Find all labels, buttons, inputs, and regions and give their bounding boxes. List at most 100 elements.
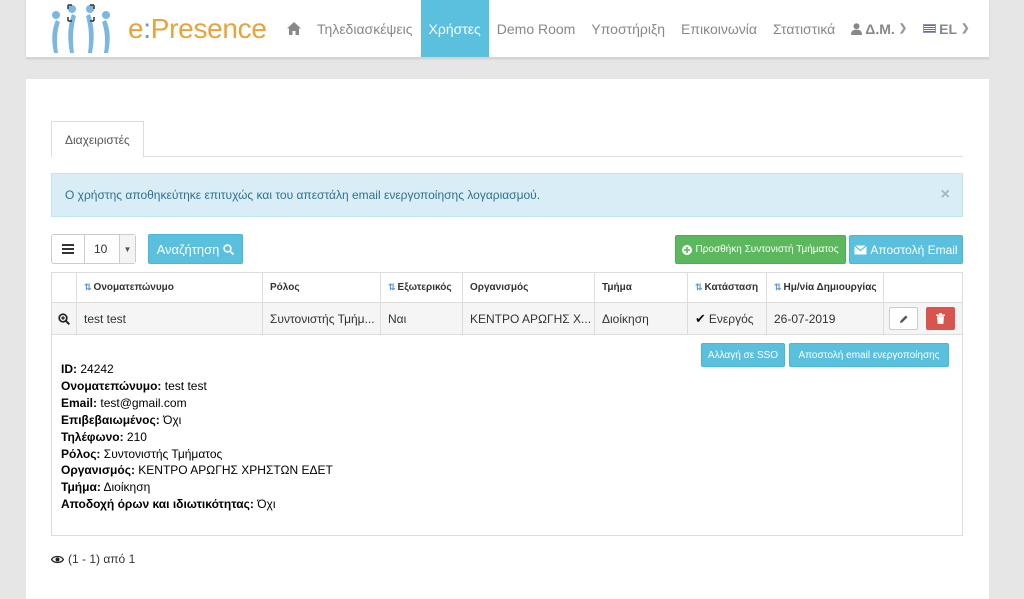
- detail-value: Διοίκηση: [103, 480, 151, 495]
- detail-department: Τμήμα: Διοίκηση: [61, 479, 333, 496]
- cell-role: Συντονιστής Τμήμ...: [263, 303, 381, 334]
- top-navbar: e:Presence Τηλεδιασκέψεις Χρήστες Demo R…: [26, 0, 989, 58]
- add-coordinator-button[interactable]: Προσθήκη Συντονιστή Τμήματος: [675, 235, 846, 264]
- delete-button[interactable]: [926, 307, 955, 330]
- eye-icon: [51, 555, 64, 563]
- detail-value: Όχι: [163, 412, 182, 427]
- flag-icon: [923, 24, 937, 33]
- table-header: ⇅ Ονοματεπώνυμο Ρόλος ⇅ Εξωτερικός Οργανισ…: [52, 273, 962, 303]
- detail-role: Ρόλος: Συντονιστής Τμήματος: [61, 446, 333, 463]
- brand-separator: :: [143, 13, 151, 44]
- row-expand-cell[interactable]: [52, 303, 77, 334]
- nav-demo-room[interactable]: Demo Room: [489, 0, 584, 57]
- sort-icon: ⇅: [388, 282, 396, 292]
- header-actions: [884, 273, 962, 302]
- detail-terms: Αποδοχή όρων και ιδιωτικότητας: Όχι: [61, 496, 333, 513]
- close-icon[interactable]: ×: [941, 174, 950, 216]
- header-label: Ονοματεπώνυμο: [93, 282, 174, 293]
- switch-sso-button[interactable]: Αλλαγή σε SSO: [701, 343, 785, 367]
- detail-value: Συντονιστής Τμήματος: [103, 446, 223, 461]
- detail-organization: Οργανισμός: ΚΕΝΤΡΟ ΑΡΩΓΗΣ ΧΡΗΣΤΩΝ ΕΔΕΤ: [61, 462, 333, 479]
- send-activation-email-button[interactable]: Αποστολή email ενεργοποίησης: [789, 343, 949, 367]
- detail-value: 210: [126, 429, 147, 444]
- cell-organization: ΚΕΝΤΡΟ ΑΡΩΓΗΣ Χ...: [463, 303, 595, 334]
- cell-external: Ναι: [381, 303, 463, 334]
- alert-message: Ο χρήστης αποθηκεύτηκε επιτυχώς και του …: [65, 188, 541, 202]
- nav-support[interactable]: Υποστήριξη: [583, 0, 673, 57]
- search-button[interactable]: Αναζήτηση: [148, 234, 243, 264]
- chevron-down-icon: ❯: [898, 23, 908, 34]
- table-row: test test Συντονιστής Τμήμ... Ναι ΚΕΝΤΡΟ…: [52, 303, 962, 335]
- detail-label: Τηλέφωνο:: [61, 429, 124, 444]
- nav-contact[interactable]: Επικοινωνία: [673, 0, 765, 57]
- header-external[interactable]: ⇅ Εξωτερικός: [381, 273, 463, 302]
- brand-prefix: e: [128, 13, 144, 44]
- detail-fullname: Ονοματεπώνυμο: test test: [61, 378, 333, 395]
- nav-statistics[interactable]: Στατιστικά: [765, 0, 843, 57]
- list-icon: [52, 235, 85, 263]
- header-label: Οργανισμός: [470, 282, 529, 293]
- nav-home[interactable]: [279, 0, 309, 57]
- cell-name: test test: [77, 303, 263, 334]
- header-organization: Οργανισμός: [463, 273, 595, 302]
- nav-users[interactable]: Χρήστες: [420, 0, 489, 57]
- detail-label: Επιβεβαιωμένος:: [61, 412, 160, 427]
- send-email-label: Αποστολή Email: [870, 242, 958, 257]
- search-button-label: Αναζήτηση: [156, 241, 220, 257]
- nav-language-menu[interactable]: EL ❯: [915, 0, 977, 57]
- page-size-value: 10: [94, 242, 108, 256]
- detail-label: Ρόλος:: [61, 446, 101, 461]
- detail-label: Οργανισμός:: [61, 463, 135, 478]
- add-coordinator-label: Προσθήκη Συντονιστή Τμήματος: [695, 244, 839, 255]
- detail-value: test test: [164, 378, 207, 393]
- send-email-button[interactable]: Αποστολή Email: [849, 235, 963, 264]
- main-nav: Τηλεδιασκέψεις Χρήστες Demo Room Υποστήρ…: [279, 0, 977, 57]
- cell-actions: [884, 303, 962, 334]
- header-label: Κατάσταση: [704, 282, 759, 293]
- header-status[interactable]: ⇅ Κατάσταση: [688, 273, 767, 302]
- chevron-down-icon: ❯: [961, 23, 970, 34]
- chevron-down-icon[interactable]: ▼: [119, 235, 135, 263]
- brand-name: e:Presence: [128, 13, 267, 45]
- nav-user-menu[interactable]: Δ.Μ. ❯: [843, 0, 915, 57]
- details-list: ID: 24242 Ονοματεπώνυμο: test test Email…: [61, 361, 333, 513]
- search-icon: [223, 243, 235, 255]
- page-size-select[interactable]: 10 ▼: [51, 234, 136, 264]
- tab-administrators[interactable]: Διαχειριστές: [51, 121, 144, 158]
- cell-department: Διοίκηση: [595, 303, 688, 334]
- header-expand: [52, 273, 77, 302]
- home-icon: [287, 22, 301, 35]
- status-label: Ενεργός: [708, 311, 754, 326]
- detail-phone: Τηλέφωνο: 210: [61, 429, 333, 446]
- edit-button[interactable]: [889, 307, 918, 330]
- user-menu-label: Δ.Μ.: [865, 20, 895, 37]
- pencil-icon: [899, 315, 907, 323]
- header-role: Ρόλος: [263, 273, 381, 302]
- logo[interactable]: e:Presence: [46, 0, 267, 58]
- header-department: Τμήμα: [595, 273, 688, 302]
- header-label: Ημ/νία Δημιουργίας: [783, 282, 877, 293]
- nav-teleconferences[interactable]: Τηλεδιασκέψεις: [309, 0, 421, 57]
- detail-value: test@gmail.com: [100, 395, 187, 410]
- users-table: ⇅ Ονοματεπώνυμο Ρόλος ⇅ Εξωτερικός Οργανισ…: [51, 272, 963, 536]
- detail-label: ID:: [61, 362, 77, 376]
- header-created[interactable]: ⇅ Ημ/νία Δημιουργίας: [767, 273, 884, 302]
- pagination-text: (1 - 1) από 1: [68, 552, 136, 566]
- brand-word: Presence: [150, 13, 267, 44]
- header-name[interactable]: ⇅ Ονοματεπώνυμο: [77, 273, 263, 302]
- logo-mark-icon: [46, 3, 124, 55]
- envelope-icon: [854, 244, 868, 254]
- row-details: Αλλαγή σε SSO Αποστολή email ενεργοποίησ…: [52, 335, 962, 535]
- sort-icon: ⇅: [84, 282, 92, 292]
- pagination-info: (1 - 1) από 1: [51, 552, 135, 566]
- detail-value: 24242: [80, 362, 114, 376]
- detail-label: Αποδοχή όρων και ιδιωτικότητας:: [61, 497, 254, 512]
- trash-icon: [936, 313, 945, 324]
- detail-id: ID: 24242: [61, 361, 333, 378]
- zoom-in-icon: [58, 312, 70, 325]
- detail-email: Email: test@gmail.com: [61, 395, 333, 412]
- cell-created: 26-07-2019: [767, 303, 884, 334]
- detail-value: Όχι: [257, 497, 276, 512]
- header-label: Τμήμα: [602, 282, 632, 293]
- detail-label: Τμήμα:: [61, 480, 101, 495]
